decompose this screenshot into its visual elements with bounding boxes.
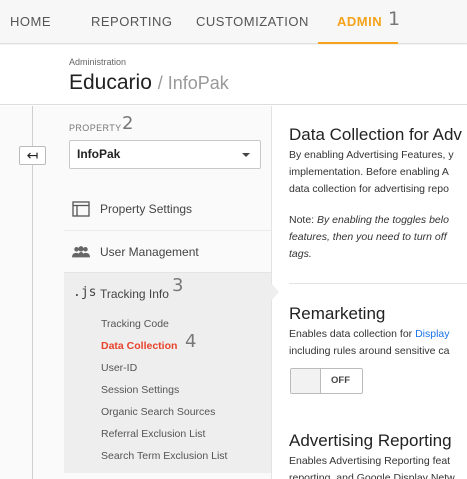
remarketing-text: Enables data collection for xyxy=(289,328,416,340)
tab-home[interactable]: HOME xyxy=(10,0,51,44)
property-label: PROPERTY xyxy=(69,123,122,133)
tab-customization[interactable]: CUSTOMIZATION xyxy=(196,0,309,44)
toggle-state-label: OFF xyxy=(331,375,350,386)
remarketing-toggle[interactable]: OFF xyxy=(290,368,363,394)
page-header: Administration Educario / InfoPak xyxy=(0,45,467,105)
description-line: data collection for advertising repo xyxy=(289,183,449,195)
nav-tracking-info-label: Tracking Info xyxy=(100,287,169,301)
tab-reporting[interactable]: REPORTING xyxy=(91,0,173,44)
property-select[interactable]: InfoPak xyxy=(69,140,261,169)
nav-tracking-info[interactable]: .js Tracking Info xyxy=(64,272,271,473)
remarketing-heading: Remarketing xyxy=(289,304,386,323)
sub-item-session-settings[interactable]: Session Settings xyxy=(101,384,179,396)
js-icon: .js xyxy=(73,285,97,300)
page-title: Educario / InfoPak xyxy=(69,71,229,95)
chevron-down-icon xyxy=(242,153,250,157)
nav-property-settings-label: Property Settings xyxy=(100,202,193,216)
nav-property-settings[interactable]: Property Settings xyxy=(64,188,271,230)
section-divider xyxy=(289,283,467,284)
sub-item-search-term-exclusion-list[interactable]: Search Term Exclusion List xyxy=(101,450,227,462)
note-prefix: Note: xyxy=(289,214,318,226)
annotation-3: 3 xyxy=(172,275,184,296)
top-nav: HOME REPORTING CUSTOMIZATION ADMIN 1 xyxy=(0,0,467,44)
annotation-1: 1 xyxy=(388,8,401,30)
nav-user-management[interactable]: User Management xyxy=(64,230,271,272)
advertising-reporting-line: Enables Advertising Reporting feat xyxy=(289,455,451,467)
sub-item-user-id[interactable]: User-ID xyxy=(101,362,137,374)
advertising-reporting-heading: Advertising Reporting xyxy=(289,431,452,450)
remarketing-description: Enables data collection for Display xyxy=(289,326,467,343)
users-icon xyxy=(72,246,90,258)
sub-item-referral-exclusion-list[interactable]: Referral Exclusion List xyxy=(101,428,205,440)
note-line: Note: By enabling the toggles belo xyxy=(289,212,467,229)
note-text: By enabling the toggles belo xyxy=(317,214,449,226)
toggle-knob xyxy=(291,369,321,393)
property-selected-value: InfoPak xyxy=(77,147,121,161)
display-link[interactable]: Display xyxy=(415,328,449,340)
property-suffix: / InfoPak xyxy=(157,73,229,93)
breadcrumb: Administration xyxy=(69,57,127,67)
data-collection-heading: Data Collection for Adv xyxy=(289,125,462,144)
remarketing-description-line: including rules around sensitive ca xyxy=(289,345,450,357)
account-name: Educario xyxy=(69,71,152,94)
annotation-4: 4 xyxy=(185,331,197,352)
sub-item-tracking-code[interactable]: Tracking Code xyxy=(101,318,169,330)
sub-item-data-collection[interactable]: Data Collection xyxy=(101,340,177,352)
layout-icon xyxy=(72,201,90,217)
annotation-2: 2 xyxy=(122,113,134,134)
tab-admin[interactable]: ADMIN xyxy=(318,0,398,44)
sub-item-organic-search-sources[interactable]: Organic Search Sources xyxy=(101,406,215,418)
active-nav-pointer xyxy=(271,283,279,301)
back-button[interactable]: ↤ xyxy=(19,146,46,165)
advertising-reporting-line: reporting, and Google Display Netw xyxy=(289,472,455,479)
back-arrow-icon: ↤ xyxy=(26,147,39,163)
nav-user-management-label: User Management xyxy=(100,245,199,259)
main-content: Data Collection for Adv By enabling Adve… xyxy=(289,106,467,479)
note-line: tags. xyxy=(289,248,312,260)
note-line: features, then you need to turn off xyxy=(289,231,447,243)
description-line: By enabling Advertising Features, y xyxy=(289,149,454,161)
description-line: implementation. Before enabling A xyxy=(289,166,449,178)
